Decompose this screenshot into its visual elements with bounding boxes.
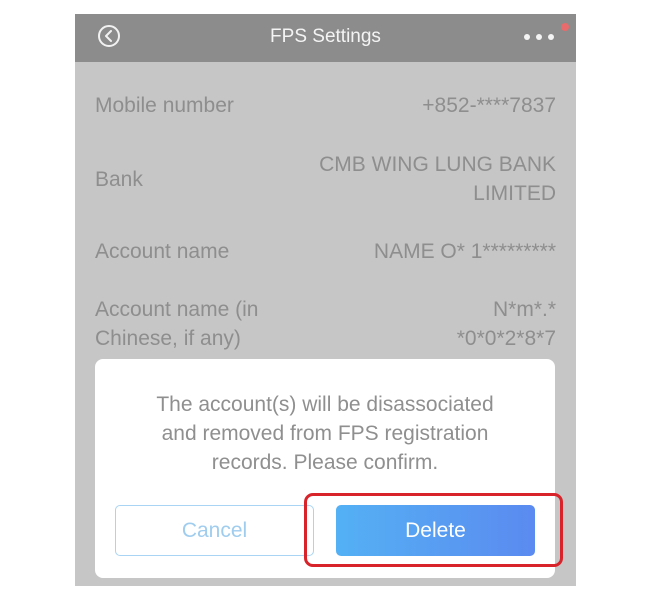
detail-value: +852-****7837 [422, 94, 556, 117]
detail-row-mobile-number: Mobile number +852-****7837 [95, 91, 556, 120]
detail-value: *0*0*2*8*7 [456, 327, 556, 350]
dialog-message-line: records. Please confirm. [211, 451, 439, 474]
more-dot-icon [524, 34, 530, 40]
detail-row-account-name-chinese: Account name (in Chinese, if any) N*m*.*… [95, 295, 556, 353]
detail-label: Account name [95, 240, 230, 263]
more-dot-icon [548, 34, 554, 40]
delete-button-highlight [304, 493, 563, 567]
dialog-message-line: and removed from FPS registration [161, 422, 489, 445]
page-title: FPS Settings [270, 26, 381, 47]
detail-label: Account name (in [95, 298, 259, 321]
more-options-button[interactable] [524, 34, 554, 42]
detail-value: NAME O* 1********* [373, 240, 556, 263]
dialog-message-line: The account(s) will be disassociated [156, 393, 494, 416]
more-dot-icon [536, 34, 542, 40]
detail-value: CMB WING LUNG BANK [319, 153, 556, 176]
notification-dot-icon [561, 23, 569, 31]
detail-row-account-name: Account name NAME O* 1********* [95, 237, 556, 266]
detail-value: LIMITED [473, 182, 556, 205]
dialog-message: The account(s) will be disassociated and… [115, 390, 535, 477]
detail-label: Chinese, if any) [95, 327, 241, 350]
detail-value: N*m*.* [492, 298, 556, 321]
detail-label: Bank [95, 168, 143, 191]
detail-label: Mobile number [95, 94, 234, 117]
cancel-button[interactable]: Cancel [115, 505, 314, 556]
detail-row-bank: Bank CMB WING LUNG BANK LIMITED [95, 150, 556, 208]
nav-bar: FPS Settings [75, 14, 576, 62]
